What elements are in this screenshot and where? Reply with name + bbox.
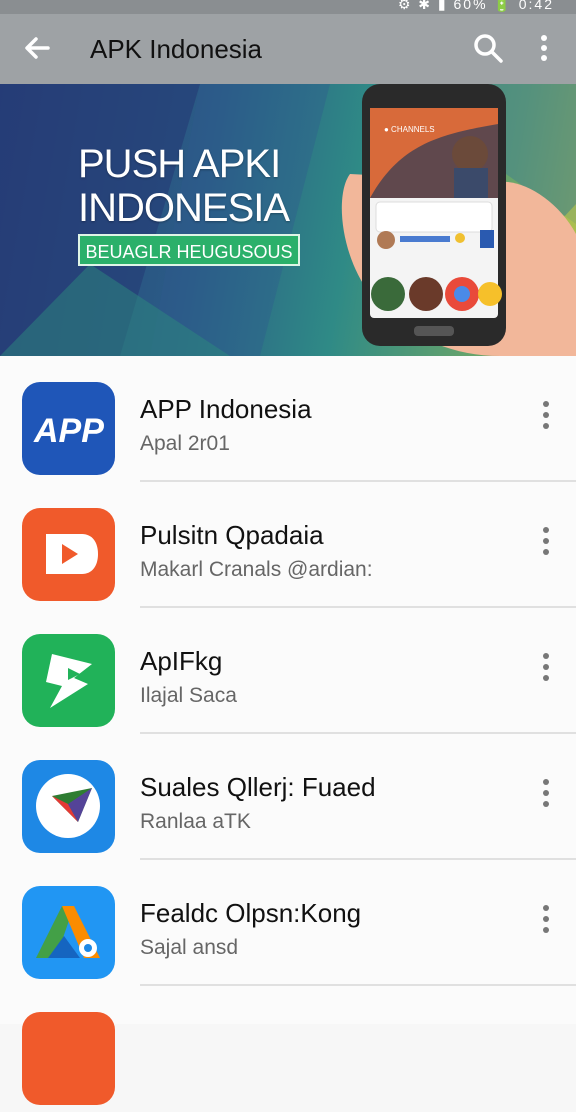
more-vert-icon[interactable] <box>536 650 556 684</box>
more-vert-icon[interactable] <box>536 902 556 936</box>
more-vert-icon[interactable] <box>536 776 556 810</box>
list-item[interactable]: ApIFkg Ilajal Saca <box>0 608 576 734</box>
more-vert-icon[interactable] <box>536 524 556 558</box>
more-vert-icon[interactable] <box>530 30 558 66</box>
app-subtitle: Ilajal Saca <box>140 684 237 707</box>
list-item[interactable]: APP APP Indonesia Apal 2r01 <box>0 356 576 482</box>
banner-tag: BEUAGLR HEUGUSOUS <box>78 234 300 266</box>
app-name: Suales Qllerj: Fuaed <box>140 772 376 802</box>
app-list: APP APP Indonesia Apal 2r01 Pulsitn Qpad… <box>0 356 576 1105</box>
compass-logo-icon <box>22 760 115 853</box>
app-name: Fealdc Olpsn:Kong <box>140 898 362 928</box>
app-subtitle: Ranlaa aTK <box>140 810 251 833</box>
banner-headline-1: PUSH APKI <box>78 142 281 186</box>
app-name: ApIFkg <box>140 646 223 676</box>
arrow-back-icon[interactable] <box>18 28 58 68</box>
list-item[interactable]: Pulsitn Qpadaia Makarl Cranals @ardian: <box>0 482 576 608</box>
search-icon[interactable] <box>470 30 506 66</box>
app-name: APP Indonesia <box>140 394 312 424</box>
a-logo-icon <box>22 886 115 979</box>
banner-headline-2: INDONESIA <box>78 186 290 230</box>
more-vert-icon[interactable] <box>536 398 556 432</box>
play-logo-icon <box>22 508 115 601</box>
list-item[interactable] <box>0 986 576 1112</box>
arrow-logo-icon <box>22 634 115 727</box>
app-subtitle: Makarl Cranals @ardian: <box>140 558 373 581</box>
status-bar: ⚙ ✱ ▮ 60% 🔋 0:42 <box>0 0 576 14</box>
list-item[interactable]: Fealdc Olpsn:Kong Sajal ansd <box>0 860 576 986</box>
list-item[interactable]: Suales Qllerj: Fuaed Ranlaa aTK <box>0 734 576 860</box>
app-logo-icon: APP <box>22 382 115 475</box>
app-subtitle: Sajal ansd <box>140 936 239 959</box>
app-name: Pulsitn Qpadaia <box>140 520 324 550</box>
page-title: APK Indonesia <box>90 34 263 64</box>
promo-banner[interactable]: PUSH APKI INDONESIA BEUAGLR HEUGUSOUS ● … <box>0 84 576 356</box>
phone-brand-text: ● CHANNELS <box>384 125 435 134</box>
status-icons: ⚙ ✱ ▮ 60% 🔋 0:42 <box>397 0 554 12</box>
phone-illustration: ● CHANNELS <box>341 84 576 356</box>
app-subtitle: Apal 2r01 <box>140 432 230 455</box>
app-icon-text: APP <box>33 412 104 450</box>
app-bar: APK Indonesia <box>0 14 576 84</box>
app-logo-icon <box>22 1012 115 1105</box>
